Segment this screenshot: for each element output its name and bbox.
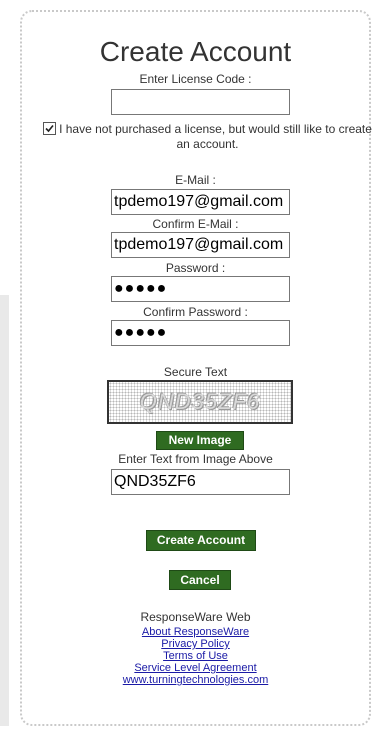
- no-license-row: I have not purchased a license, but woul…: [42, 122, 373, 152]
- new-image-button[interactable]: New Image: [156, 431, 244, 450]
- email-input[interactable]: [111, 189, 290, 215]
- footer-links: About ResponseWare Privacy Policy Terms …: [22, 626, 369, 686]
- no-license-text: I have not purchased a license, but woul…: [59, 122, 372, 151]
- turning-technologies-link[interactable]: www.turningtechnologies.com: [22, 674, 369, 686]
- password-label: Password :: [165, 261, 226, 275]
- confirm-email-input[interactable]: [111, 232, 290, 258]
- about-link[interactable]: About ResponseWare: [22, 626, 369, 638]
- confirm-password-input[interactable]: [111, 320, 290, 346]
- checkmark-icon: [45, 124, 54, 133]
- captcha-input-label: Enter Text from Image Above: [118, 452, 273, 466]
- left-page-strip: [0, 295, 9, 726]
- password-input[interactable]: [111, 276, 290, 302]
- footer-app-name: ResponseWare Web: [140, 610, 251, 624]
- service-level-agreement-link[interactable]: Service Level Agreement: [22, 662, 369, 674]
- cancel-button[interactable]: Cancel: [169, 570, 231, 590]
- email-label: E-Mail :: [175, 173, 216, 187]
- no-license-checkbox[interactable]: [43, 122, 57, 135]
- page-title: Create Account: [99, 36, 292, 67]
- captcha-input[interactable]: [111, 469, 290, 495]
- captcha-image: QND35ZF6: [107, 380, 293, 424]
- confirm-password-label: Confirm Password :: [143, 305, 248, 319]
- terms-of-use-link[interactable]: Terms of Use: [22, 650, 369, 662]
- license-code-input[interactable]: [111, 89, 290, 115]
- secure-text-label: Secure Text: [163, 365, 228, 379]
- create-account-panel: Create Account Enter License Code : I ha…: [20, 10, 373, 726]
- license-code-label: Enter License Code :: [139, 72, 252, 86]
- confirm-email-label: Confirm E-Mail :: [152, 217, 239, 231]
- privacy-policy-link[interactable]: Privacy Policy: [22, 638, 369, 650]
- create-account-button[interactable]: Create Account: [146, 530, 256, 551]
